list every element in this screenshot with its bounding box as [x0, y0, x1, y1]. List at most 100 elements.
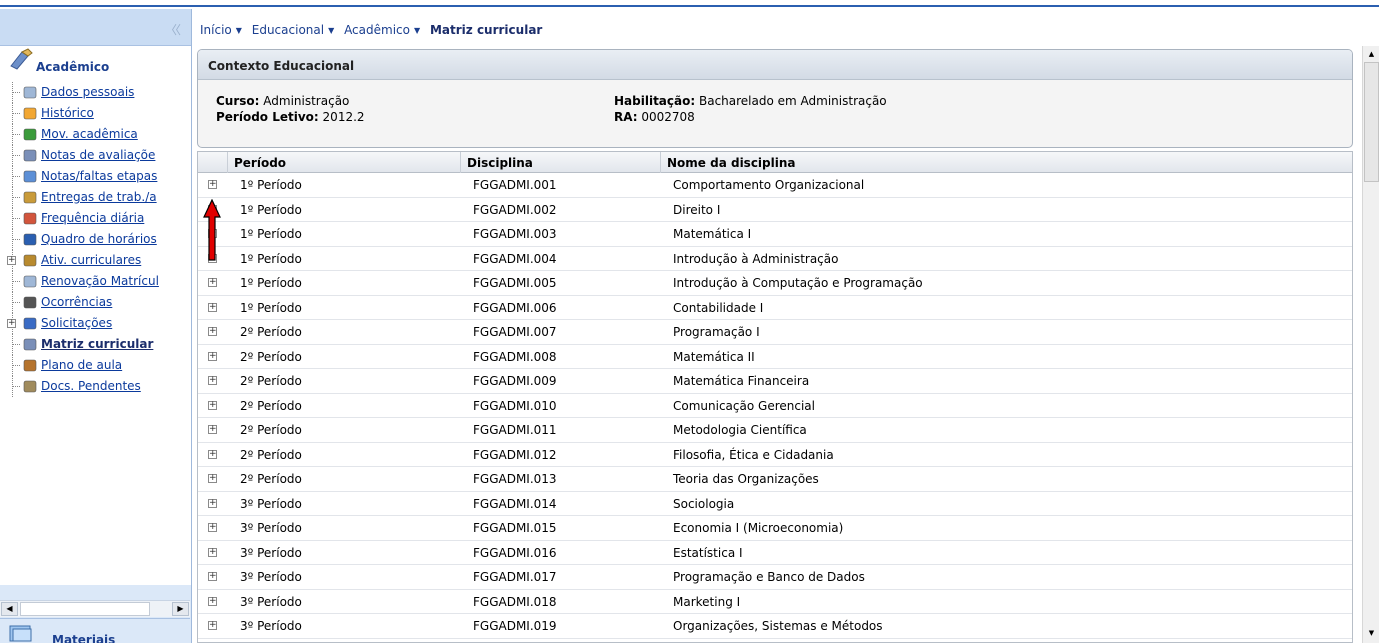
- disciplina-cell: FGGADMI.018: [473, 594, 557, 609]
- table-row[interactable]: +2º Período FGGADMI.010 Comunicação Gerenc…: [198, 394, 1352, 418]
- breadcrumb-item-educacional[interactable]: Educacional: [252, 23, 324, 37]
- disciplina-cell: FGGADMI.013: [473, 472, 557, 486]
- sidebar-item-label[interactable]: Notas de avaliaçõe: [41, 148, 155, 162]
- table-row[interactable]: +2º Período FGGADMI.009 Matemática Finance…: [198, 369, 1352, 394]
- sidebar-item-label[interactable]: Matriz curricular: [41, 337, 153, 351]
- sidebar-item[interactable]: + Solicitações: [0, 313, 191, 334]
- disciplina-cell: FGGADMI.019: [473, 619, 557, 633]
- expand-row-icon[interactable]: +: [208, 498, 217, 508]
- table-row[interactable]: +2º Período FGGADMI.007 Programação I: [198, 320, 1352, 345]
- expand-row-icon[interactable]: +: [208, 596, 217, 606]
- pen-icon: [23, 296, 37, 309]
- scroll-up-icon[interactable]: ▲: [1364, 46, 1379, 62]
- scroll-left-icon[interactable]: ◀: [1, 602, 18, 616]
- sidebar-section-header[interactable]: Acadêmico: [0, 46, 191, 80]
- sidebar-item[interactable]: Ocorrências: [0, 292, 191, 313]
- top-border: [0, 0, 1379, 7]
- sidebar-section-materiais[interactable]: Materiais: [0, 618, 190, 643]
- expand-row-icon[interactable]: +: [208, 449, 217, 459]
- collapse-sidebar-icon[interactable]: 〈〈: [165, 21, 181, 38]
- table-row[interactable]: +1º PeríodoFGGADMI.004Introdução à Admin…: [198, 247, 1352, 271]
- disciplina-cell: FGGADMI.006: [473, 300, 557, 315]
- table-row[interactable]: +3º Período FGGADMI.018 Marketing I: [198, 590, 1352, 614]
- sidebar-item-label[interactable]: Mov. acadêmica: [41, 127, 138, 141]
- sidebar-item[interactable]: Notas/faltas etapas: [0, 166, 191, 187]
- table-row[interactable]: +3º Período FGGADMI.017 Programação e Banc…: [198, 565, 1352, 590]
- sidebar-item-label[interactable]: Notas/faltas etapas: [41, 169, 157, 183]
- expand-row-icon[interactable]: +: [208, 302, 217, 312]
- sidebar-item-label[interactable]: Ativ. curriculares: [41, 253, 141, 267]
- expand-row-icon[interactable]: +: [208, 425, 217, 434]
- breadcrumb-item-inicio[interactable]: Início: [200, 23, 232, 37]
- sidebar-item[interactable]: Dados pessoais: [0, 82, 191, 103]
- sidebar-item[interactable]: Histórico: [0, 103, 191, 124]
- expand-row-icon[interactable]: +: [208, 327, 217, 336]
- periodo-cell: 2º Período: [240, 423, 302, 437]
- table-row[interactable]: +3º Período FGGADMI.014 Sociologia: [198, 492, 1352, 516]
- nome-disciplina-cell: Matemática I: [673, 227, 752, 241]
- expand-column-header: [198, 152, 228, 173]
- sidebar-item-label[interactable]: Dados pessoais: [41, 85, 134, 99]
- scroll-right-icon[interactable]: ▶: [172, 602, 189, 616]
- sidebar-item-label[interactable]: Quadro de horários: [41, 232, 157, 246]
- chevron-down-icon[interactable]: ▼: [328, 26, 334, 35]
- table-row[interactable]: +2º Período FGGADMI.012 Filosofia, Ética e…: [198, 443, 1352, 467]
- table-row[interactable]: +1º PeríodoFGGADMI.002Direito I: [198, 198, 1352, 222]
- scrollbar-thumb[interactable]: [20, 602, 150, 616]
- sidebar-item[interactable]: + Ativ. curriculares: [0, 250, 191, 271]
- sidebar-item-label[interactable]: Plano de aula: [41, 358, 122, 372]
- table-row[interactable]: +2º Período FGGADMI.011 Metodologia Cientí…: [198, 418, 1352, 443]
- column-header-periodo[interactable]: Período: [228, 152, 461, 173]
- table-row[interactable]: +3º Período FGGADMI.019 Organizações, Sist…: [198, 614, 1352, 639]
- expand-row-icon[interactable]: +: [208, 278, 217, 287]
- main-vertical-scrollbar[interactable]: ▲ ▼: [1362, 46, 1379, 643]
- expand-row-icon[interactable]: +: [208, 400, 217, 410]
- table-row[interactable]: +1º Período FGGADMI.005 Introdução à Compu…: [198, 271, 1352, 296]
- table-row[interactable]: +2º Período FGGADMI.013 Teoria das Organiz…: [198, 467, 1352, 492]
- sidebar-item-label[interactable]: Renovação Matrícul: [41, 274, 159, 288]
- expand-row-icon[interactable]: +: [208, 572, 217, 581]
- expand-row-icon[interactable]: +: [208, 547, 217, 557]
- sidebar-item[interactable]: Entregas de trab./a: [0, 187, 191, 208]
- main-scrollbar-thumb[interactable]: [1364, 62, 1379, 182]
- sidebar-item-label[interactable]: Solicitações: [41, 316, 112, 330]
- sidebar-item-label[interactable]: Entregas de trab./a: [41, 190, 157, 204]
- ra-label: RA:: [614, 110, 638, 124]
- expand-row-icon[interactable]: +: [208, 351, 217, 361]
- sidebar-item[interactable]: Plano de aula: [0, 355, 191, 376]
- chevron-down-icon[interactable]: ▼: [236, 26, 242, 35]
- sidebar-item-label[interactable]: Ocorrências: [41, 295, 112, 309]
- table-row[interactable]: +1º Período FGGADMI.006 Contabilidade I: [198, 296, 1352, 320]
- expand-row-icon[interactable]: +: [208, 376, 217, 385]
- table-row[interactable]: +3º Período FGGADMI.016 Estatística I: [198, 541, 1352, 565]
- sidebar-item[interactable]: Docs. Pendentes: [0, 376, 191, 397]
- sidebar-horizontal-scrollbar[interactable]: ◀ ▶: [0, 600, 190, 617]
- chevron-down-icon[interactable]: ▼: [414, 26, 420, 35]
- table-row[interactable]: +2º Período FGGADMI.008 Matemática II: [198, 345, 1352, 369]
- sidebar-item[interactable]: Matriz curricular: [0, 334, 191, 355]
- expand-row-icon[interactable]: +: [208, 523, 217, 532]
- expand-icon[interactable]: +: [7, 256, 16, 265]
- expand-icon[interactable]: +: [7, 319, 16, 328]
- breadcrumb-item-academico[interactable]: Acadêmico: [344, 23, 410, 37]
- expand-row-icon[interactable]: +: [208, 474, 217, 483]
- column-header-disciplina[interactable]: Disciplina: [461, 152, 661, 173]
- disciplina-cell: FGGADMI.010: [473, 398, 557, 413]
- table-row[interactable]: +1º PeríodoFGGADMI.003Matemática I: [198, 222, 1352, 247]
- sidebar-item[interactable]: Notas de avaliaçõe: [0, 145, 191, 166]
- table-row[interactable]: +3º Período FGGADMI.015 Economia I (Microe…: [198, 516, 1352, 541]
- disciplina-cell: FGGADMI.003: [473, 227, 557, 241]
- sidebar-item[interactable]: Mov. acadêmica: [0, 124, 191, 145]
- sidebar-item-label[interactable]: Histórico: [41, 106, 94, 120]
- sidebar-item-label[interactable]: Frequência diária: [41, 211, 144, 225]
- periodo-cell: 1º Período: [240, 276, 302, 290]
- sidebar-item-label[interactable]: Docs. Pendentes: [41, 379, 141, 393]
- sidebar-item[interactable]: Renovação Matrícul: [0, 271, 191, 292]
- scroll-down-icon[interactable]: ▼: [1364, 625, 1379, 641]
- sidebar-item[interactable]: Quadro de horários: [0, 229, 191, 250]
- table-row[interactable]: +1º Período FGGADMI.001 Comportamento Orga…: [198, 173, 1352, 198]
- sidebar-item[interactable]: Frequência diária: [0, 208, 191, 229]
- expand-row-icon[interactable]: +: [208, 180, 217, 189]
- expand-row-icon[interactable]: +: [208, 621, 217, 630]
- column-header-nome[interactable]: Nome da disciplina: [661, 152, 1352, 173]
